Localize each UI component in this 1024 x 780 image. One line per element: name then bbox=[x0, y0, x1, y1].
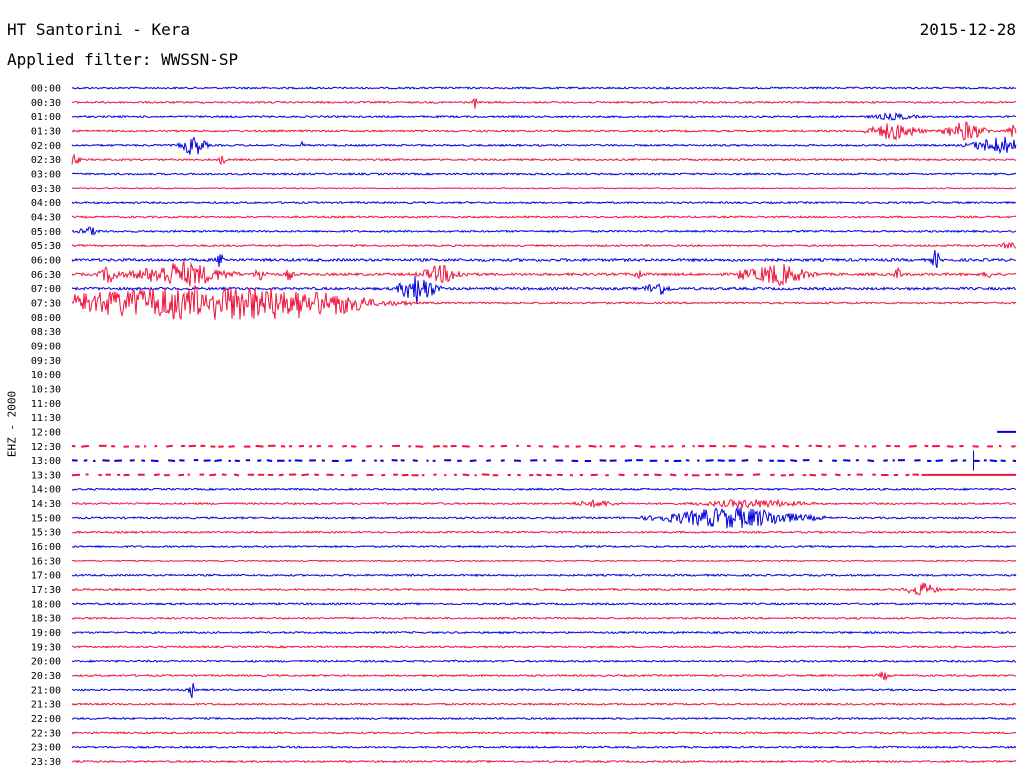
seismic-trace bbox=[71, 241, 1017, 249]
seismic-trace bbox=[71, 716, 1017, 721]
time-tick-label: 05:00 bbox=[31, 227, 61, 238]
time-tick-label: 12:00 bbox=[31, 427, 61, 438]
time-tick-label: 10:30 bbox=[31, 384, 61, 395]
time-tick-label: 17:30 bbox=[31, 585, 61, 596]
seismic-trace bbox=[71, 259, 1017, 287]
time-tick-label: 17:00 bbox=[31, 571, 61, 582]
seismic-trace bbox=[71, 671, 1017, 682]
time-tick-label: 01:30 bbox=[31, 126, 61, 137]
time-tick-label: 15:30 bbox=[31, 528, 61, 539]
seismic-trace bbox=[72, 559, 1017, 563]
time-tick-label: 02:00 bbox=[31, 141, 61, 152]
time-tick-label: 11:00 bbox=[31, 399, 61, 410]
time-tick-label: 12:30 bbox=[31, 442, 61, 453]
time-tick-label: 20:30 bbox=[31, 671, 61, 682]
time-tick-label: 19:00 bbox=[31, 628, 61, 639]
time-tick-label: 10:00 bbox=[31, 370, 61, 381]
seismic-trace bbox=[72, 602, 1017, 606]
seismic-trace bbox=[71, 97, 1016, 109]
time-tick-label: 00:00 bbox=[31, 84, 61, 95]
time-tick-label: 04:00 bbox=[31, 198, 61, 209]
time-tick-label: 16:00 bbox=[31, 542, 61, 553]
seismic-trace bbox=[71, 506, 1017, 529]
seismic-trace bbox=[71, 530, 1017, 534]
seismic-trace bbox=[71, 573, 1017, 578]
seismic-trace bbox=[71, 215, 1017, 219]
seismic-trace bbox=[71, 250, 1017, 269]
seismic-trace bbox=[71, 112, 1017, 121]
seismic-trace bbox=[71, 702, 1017, 707]
seismic-trace bbox=[71, 616, 1017, 621]
channel-label: EHZ - 2000 bbox=[5, 390, 19, 458]
time-tick-label: 18:30 bbox=[31, 614, 61, 625]
time-tick-label: 18:00 bbox=[31, 599, 61, 610]
seismic-trace bbox=[71, 759, 1017, 764]
time-tick-label: 14:30 bbox=[31, 499, 61, 510]
time-tick-label: 02:30 bbox=[31, 155, 61, 166]
seismic-trace bbox=[71, 683, 1017, 698]
seismic-trace bbox=[71, 582, 1017, 596]
seismic-trace bbox=[71, 121, 1017, 142]
time-tick-label: 01:00 bbox=[31, 112, 61, 123]
station-title: HT Santorini - Kera bbox=[7, 20, 191, 39]
date-label: 2015-12-28 bbox=[919, 20, 1016, 39]
time-tick-label: 13:30 bbox=[31, 470, 61, 481]
time-tick-label: 22:00 bbox=[31, 714, 61, 725]
seismic-trace bbox=[71, 745, 1017, 750]
time-tick-label: 09:30 bbox=[31, 356, 61, 367]
helicorder-plot: 00:00 00:30 01:00 01:30 02:00 02:30 03:00 03:30… bbox=[31, 84, 1017, 768]
seismic-trace bbox=[71, 172, 1017, 176]
time-tick-label: 07:00 bbox=[31, 284, 61, 295]
seismic-trace bbox=[71, 136, 1017, 155]
seismic-trace bbox=[71, 544, 1017, 549]
time-tick-label: 23:30 bbox=[31, 757, 61, 768]
seismic-trace bbox=[71, 487, 1017, 492]
trace-gaps bbox=[71, 473, 919, 477]
seismic-trace bbox=[71, 498, 1016, 509]
seismic-trace bbox=[71, 659, 1017, 664]
time-tick-label: 20:00 bbox=[31, 657, 61, 668]
seismic-trace bbox=[71, 645, 1017, 649]
trace-gaps bbox=[71, 459, 1017, 463]
seismic-trace bbox=[71, 285, 1017, 321]
time-tick-label: 03:30 bbox=[31, 184, 61, 195]
time-tick-label: 22:30 bbox=[31, 728, 61, 739]
time-tick-label: 23:00 bbox=[31, 743, 61, 754]
time-tick-label: 14:00 bbox=[31, 485, 61, 496]
time-tick-label: 09:00 bbox=[31, 341, 61, 352]
seismic-trace bbox=[71, 153, 1017, 166]
time-tick-label: 06:30 bbox=[31, 270, 61, 281]
time-tick-label: 07:30 bbox=[31, 298, 61, 309]
filter-label: Applied filter: WWSSN-SP bbox=[7, 50, 239, 69]
time-tick-label: 13:00 bbox=[31, 456, 61, 467]
seismic-trace bbox=[71, 187, 1017, 190]
trace-gaps bbox=[71, 444, 1016, 448]
time-tick-label: 16:30 bbox=[31, 556, 61, 567]
seismic-trace bbox=[71, 200, 1017, 205]
time-tick-label: 21:00 bbox=[31, 685, 61, 696]
time-tick-label: 00:30 bbox=[31, 98, 61, 109]
seismic-trace bbox=[71, 731, 1017, 735]
seismic-trace bbox=[71, 86, 1017, 90]
time-tick-label: 06:00 bbox=[31, 255, 61, 266]
time-tick-label: 04:30 bbox=[31, 212, 61, 223]
time-tick-label: 03:00 bbox=[31, 169, 61, 180]
time-tick-label: 08:00 bbox=[31, 313, 61, 324]
time-tick-label: 19:30 bbox=[31, 642, 61, 653]
time-tick-label: 11:30 bbox=[31, 413, 61, 424]
seismic-trace bbox=[71, 630, 1016, 635]
time-tick-label: 15:00 bbox=[31, 513, 61, 524]
seismic-trace bbox=[71, 226, 1017, 236]
time-tick-label: 05:30 bbox=[31, 241, 61, 252]
time-tick-label: 21:30 bbox=[31, 700, 61, 711]
time-tick-label: 08:30 bbox=[31, 327, 61, 338]
